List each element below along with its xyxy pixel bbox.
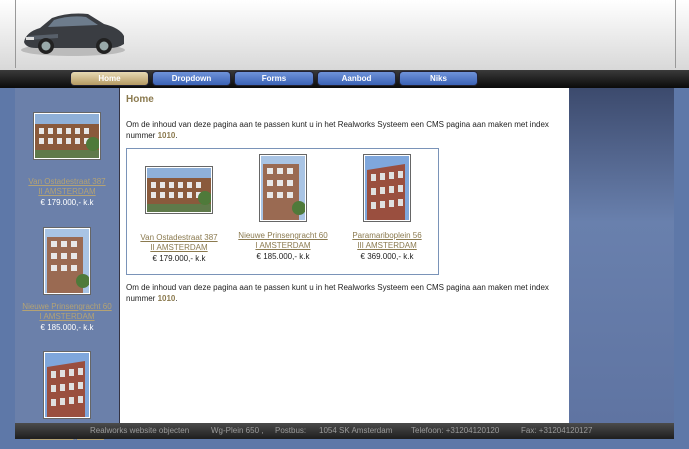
site-footer: Realworks website objecten Wg-Plein 650 … [15,423,674,439]
main-content: Home Om de inhoud van deze pagina aan te… [120,88,569,423]
site-header [0,0,689,72]
listing-link[interactable]: Paramariboplein 56 III AMSTERDAM [335,231,439,251]
footer-company: Realworks website objecten [90,426,190,435]
footer-fax: Fax: +31204120127 [521,426,593,435]
listing-link[interactable]: Van Ostadestraat 387 II AMSTERDAM [15,177,119,197]
main-navigation: Home Dropdown Forms Aanbod Niks [0,70,689,88]
listing-price: € 185.000,- k.k [40,323,94,332]
listing-price: € 179.000,- k.k [152,254,206,263]
nav-tab-forms[interactable]: Forms [234,71,314,86]
property-photo[interactable] [146,167,212,213]
nav-tab-dropdown[interactable]: Dropdown [152,71,231,86]
right-column [569,88,674,423]
nav-tab-home[interactable]: Home [70,71,149,86]
property-photo[interactable] [364,155,410,221]
footer-address: Wg-Plein 650 , [211,426,264,435]
property-photo[interactable] [44,352,90,418]
listing-price: € 185.000,- k.k [256,252,310,261]
sidebar-listing: Van Ostadestraat 387 II AMSTERDAM € 179.0… [15,113,119,208]
listings-gallery: Van Ostadestraat 387 II AMSTERDAM € 179.0… [126,148,439,275]
gallery-listing: Van Ostadestraat 387 II AMSTERDAM € 179.0… [127,155,231,264]
nav-tab-aanbod[interactable]: Aanbod [317,71,396,86]
listing-link[interactable]: Nieuwe Prinsengracht 60 I AMSTERDAM [231,231,335,251]
outro-paragraph: Om de inhoud van deze pagina aan te pass… [126,283,549,303]
footer-postbus: Postbus: [275,426,307,435]
intro-paragraph: Om de inhoud van deze pagina aan te pass… [126,120,549,140]
sidebar-listings: Van Ostadestraat 387 II AMSTERDAM € 179.0… [15,88,121,440]
property-photo[interactable] [34,113,100,159]
property-photo[interactable] [260,155,306,221]
listing-price: € 179.000,- k.k [40,198,94,207]
listing-link[interactable]: Van Ostadestraat 387 II AMSTERDAM [127,233,231,253]
nav-tab-niks[interactable]: Niks [399,71,478,86]
page-title: Home [126,94,154,105]
footer-phone: Telefoon: +31204120120 [411,426,500,435]
gallery-listing: Nieuwe Prinsengracht 60 I AMSTERDAM € 185… [231,155,335,262]
sidebar-listing: Nieuwe Prinsengracht 60 I AMSTERDAM € 185… [15,228,119,333]
property-photo[interactable] [44,228,90,294]
gallery-listing: Paramariboplein 56 III AMSTERDAM € 369.00… [335,155,439,262]
listing-link[interactable]: Nieuwe Prinsengracht 60 I AMSTERDAM [15,302,119,322]
footer-postcode-city: 1054 SK Amsterdam [319,426,393,435]
car-logo-image [21,13,125,56]
listing-price: € 369.000,- k.k [360,252,414,261]
